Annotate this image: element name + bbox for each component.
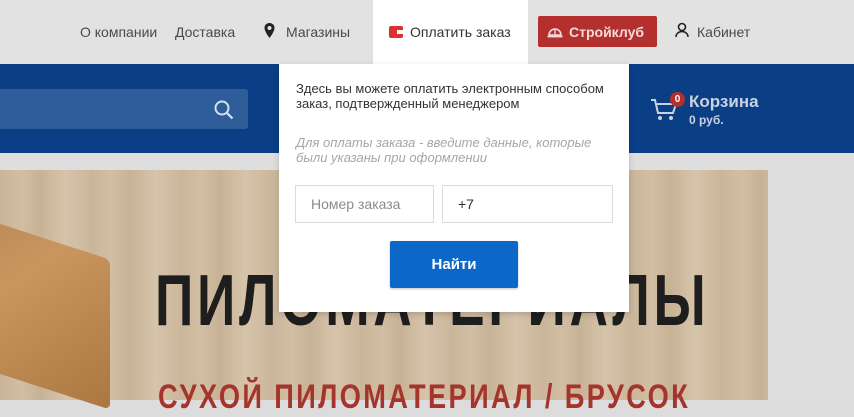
- user-icon: [675, 22, 689, 43]
- wallet-icon: [389, 26, 403, 38]
- cart-count-badge: 0: [670, 92, 685, 107]
- phone-input[interactable]: [442, 185, 613, 223]
- order-number-input[interactable]: [295, 185, 434, 223]
- pay-popup-hint: Для оплаты заказа - введите данные, кото…: [296, 135, 592, 165]
- stroyclub-label: Стройклуб: [569, 24, 644, 40]
- pay-order-popup: Здесь вы можете оплатить электронным спо…: [279, 64, 629, 312]
- find-button[interactable]: Найти: [390, 241, 518, 288]
- top-header: О компании Доставка Магазины Оплатить за…: [0, 0, 854, 64]
- nav-cabinet-link[interactable]: Кабинет: [697, 24, 750, 40]
- banner-subtitle: СУХОЙ ПИЛОМАТЕРИАЛ / БРУСОК: [158, 378, 691, 416]
- nav-stores-link[interactable]: Магазины: [286, 24, 350, 40]
- nav-delivery-link[interactable]: Доставка: [175, 24, 235, 40]
- search-input[interactable]: [0, 89, 248, 129]
- search-icon[interactable]: [214, 100, 234, 120]
- nav-pay-order-tab[interactable]: Оплатить заказ: [373, 0, 528, 64]
- helmet-icon: [547, 28, 563, 38]
- map-pin-icon: [263, 22, 276, 44]
- nav-about-link[interactable]: О компании: [80, 24, 157, 40]
- pay-order-label: Оплатить заказ: [410, 24, 511, 40]
- stroyclub-button[interactable]: Стройклуб: [538, 16, 657, 47]
- pay-popup-description: Здесь вы можете оплатить электронным спо…: [296, 81, 604, 111]
- cart-title[interactable]: Корзина: [689, 92, 759, 112]
- cart-sum: 0 руб.: [689, 113, 724, 127]
